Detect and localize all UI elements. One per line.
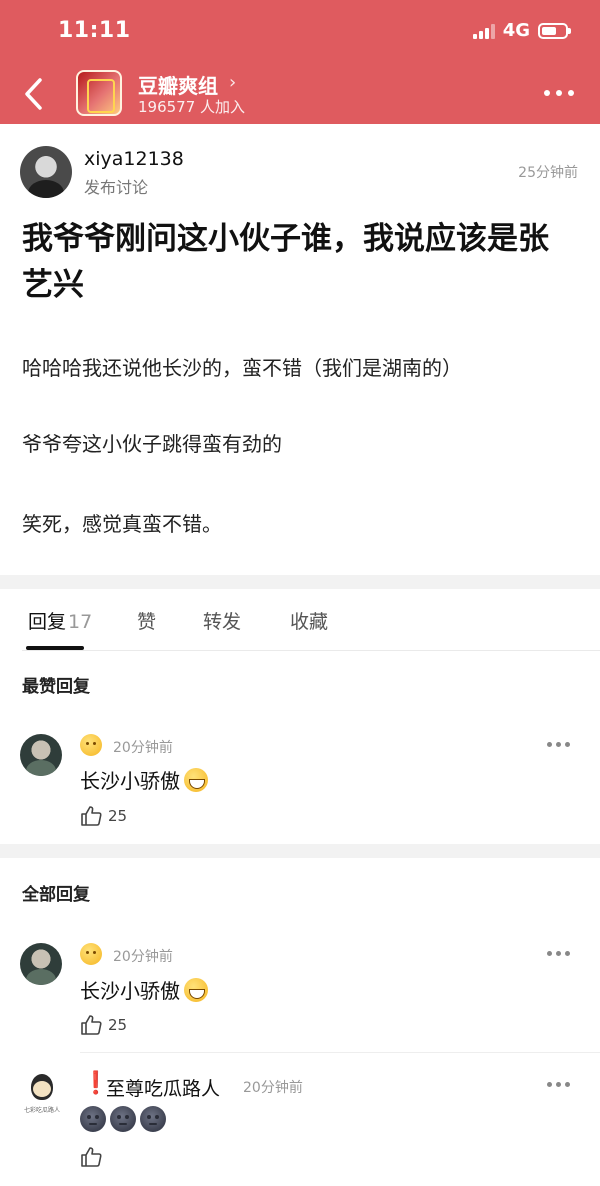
more-icon[interactable] bbox=[547, 1082, 570, 1087]
post-paragraph: 爷爷夸这小伙子跳得蛮有劲的 bbox=[22, 432, 282, 456]
more-icon[interactable] bbox=[544, 90, 574, 96]
grinning-face-icon bbox=[184, 977, 208, 1002]
more-icon[interactable] bbox=[547, 742, 570, 747]
post-paragraph: 哈哈哈我还说他长沙的，蛮不错（我们是湖南的） bbox=[22, 356, 462, 380]
comment-text: 长沙小骄傲 bbox=[80, 975, 208, 1004]
comment-text-label: 长沙小骄傲 bbox=[80, 769, 180, 793]
shushing-face-icon bbox=[80, 943, 102, 965]
comment-divider bbox=[80, 1052, 600, 1053]
tabs-divider bbox=[22, 650, 600, 651]
author-action: 发布讨论 bbox=[84, 178, 149, 197]
more-icon[interactable] bbox=[547, 951, 570, 956]
section-divider bbox=[0, 844, 600, 858]
commenter-avatar[interactable] bbox=[20, 734, 62, 776]
post-paragraph: 笑死，感觉真蛮不错。 bbox=[22, 512, 222, 536]
comment-text: 长沙小骄傲 bbox=[80, 765, 208, 794]
network-type: 4G bbox=[502, 20, 530, 41]
comment-time: 20分钟前 bbox=[243, 1080, 303, 1096]
commenter-avatar[interactable]: 七彩吃瓜路人 bbox=[20, 1072, 64, 1116]
back-icon[interactable] bbox=[20, 76, 48, 112]
thumbs-up-icon[interactable] bbox=[80, 805, 102, 827]
signal-icon bbox=[472, 23, 495, 39]
tab-likes[interactable]: 赞 bbox=[137, 607, 156, 634]
thumbs-up-icon[interactable] bbox=[80, 1014, 102, 1036]
comment-time: 20分钟前 bbox=[113, 949, 173, 965]
post-title: 我爷爷刚问这小伙子谁，我说应该是张艺兴 bbox=[22, 221, 549, 303]
top-replies-heading: 最赞回复 bbox=[22, 677, 90, 697]
status-indicators: 4G bbox=[472, 20, 571, 41]
comment-text-label: 长沙小骄傲 bbox=[80, 979, 180, 1003]
group-member-count: 196577 人加入 bbox=[138, 98, 246, 116]
tab-replies[interactable]: 回复 17 bbox=[28, 607, 92, 634]
like-count: 25 bbox=[108, 1016, 128, 1034]
tab-replies-count: 17 bbox=[68, 611, 93, 633]
group-name[interactable]: 豆瓣爽组 bbox=[138, 70, 218, 99]
commenter-avatar[interactable] bbox=[20, 943, 62, 985]
comment-time: 20分钟前 bbox=[113, 740, 173, 756]
new-moon-face-icon bbox=[80, 1106, 106, 1132]
tab-collections[interactable]: 收藏 bbox=[290, 607, 328, 634]
tab-reposts[interactable]: 转发 bbox=[203, 607, 241, 634]
commenter-name[interactable]: 至尊吃瓜路人 bbox=[106, 1074, 220, 1101]
section-divider bbox=[0, 575, 600, 589]
all-replies-heading: 全部回复 bbox=[22, 885, 90, 905]
grinning-face-icon bbox=[184, 767, 208, 792]
thumbs-up-icon[interactable] bbox=[80, 1146, 102, 1168]
author-name[interactable]: xiya12138 bbox=[84, 148, 184, 170]
new-moon-face-icon bbox=[110, 1106, 136, 1132]
app-header: 11:11 4G 豆瓣爽组 › 196577 人加入 bbox=[0, 0, 600, 124]
like-count: 25 bbox=[108, 807, 128, 825]
avatar-caption: 七彩吃瓜路人 bbox=[23, 1107, 60, 1114]
author-avatar[interactable] bbox=[20, 146, 72, 198]
shushing-face-icon bbox=[80, 734, 102, 756]
post-time: 25分钟前 bbox=[518, 165, 578, 181]
tab-replies-label: 回复 bbox=[28, 611, 67, 633]
new-moon-face-icon bbox=[140, 1106, 166, 1132]
group-logo[interactable] bbox=[76, 70, 122, 116]
status-time: 11:11 bbox=[58, 18, 131, 43]
battery-icon bbox=[538, 22, 571, 39]
chevron-right-icon[interactable]: › bbox=[229, 72, 236, 93]
